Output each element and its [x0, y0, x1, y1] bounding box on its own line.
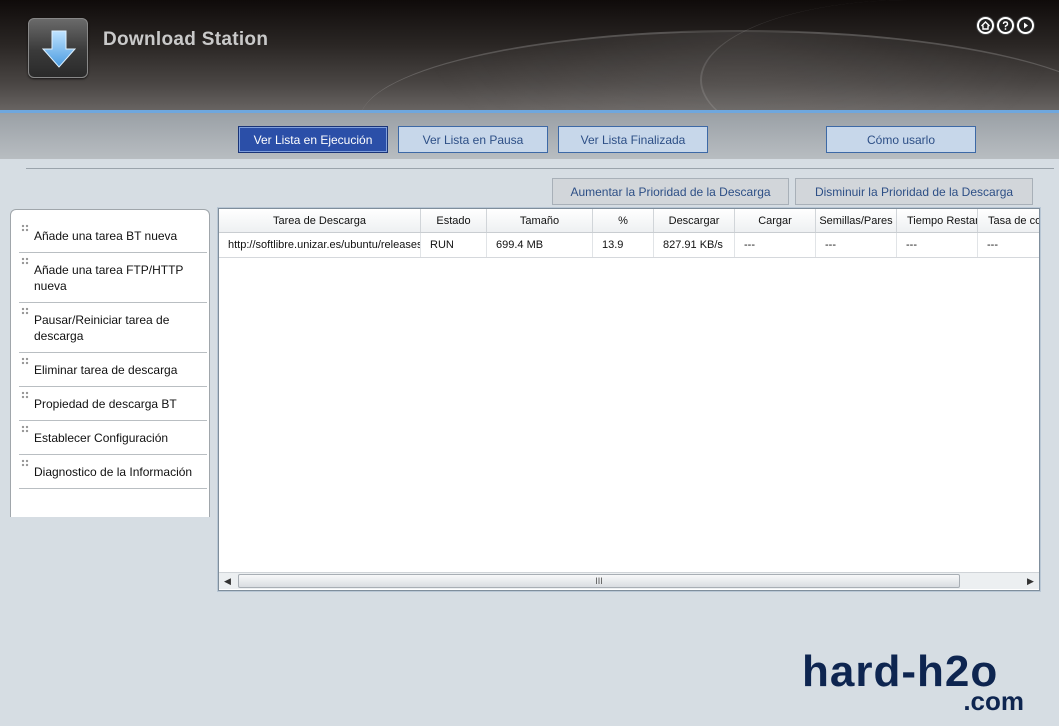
- divider: [26, 168, 1054, 169]
- bullet-icon: [21, 459, 29, 467]
- scroll-right-icon[interactable]: ▶: [1022, 573, 1039, 589]
- column-header-size[interactable]: Tamaño: [487, 209, 593, 232]
- scrollbar-thumb[interactable]: III: [238, 574, 960, 588]
- table-row[interactable]: http://softlibre.unizar.es/ubuntu/releas…: [219, 233, 1039, 258]
- menu-bt-properties[interactable]: Propiedad de descarga BT: [19, 387, 207, 421]
- download-arrow-icon: [28, 18, 88, 78]
- increase-priority-button[interactable]: Aumentar la Prioridad de la Descarga: [552, 178, 789, 205]
- app-title: Download Station: [103, 29, 269, 50]
- bullet-icon: [21, 425, 29, 433]
- bullet-icon: [21, 391, 29, 399]
- bullet-icon: [21, 307, 29, 315]
- decrease-priority-button[interactable]: Disminuir la Prioridad de la Descarga: [795, 178, 1033, 205]
- column-header-time-left[interactable]: Tiempo Restante: [897, 209, 978, 232]
- app-header: Download Station: [0, 0, 1059, 112]
- task-percent: 13.9: [593, 233, 654, 257]
- task-time-left: ---: [897, 233, 978, 257]
- download-task-table: Tarea de Descarga Estado Tamaño % Descar…: [217, 207, 1041, 592]
- help-icon[interactable]: [997, 17, 1014, 34]
- table-header: Tarea de Descarga Estado Tamaño % Descar…: [219, 209, 1039, 233]
- column-header-download[interactable]: Descargar: [654, 209, 735, 232]
- menu-pause-restart-task[interactable]: Pausar/Reiniciar tarea de descarga: [19, 303, 207, 353]
- horizontal-scrollbar[interactable]: ◀ III ▶: [219, 572, 1039, 589]
- how-to-use-button[interactable]: Cómo usarlo: [826, 126, 976, 153]
- column-header-share-ratio[interactable]: Tasa de compartición: [978, 209, 1039, 232]
- tab-bar-notch: [0, 159, 102, 167]
- task-download-rate: 827.91 KB/s: [654, 233, 735, 257]
- menu-add-bt-task[interactable]: Añade una tarea BT nueva: [19, 220, 207, 253]
- next-icon[interactable]: [1017, 17, 1034, 34]
- task-seeds-peers: ---: [816, 233, 897, 257]
- home-icon[interactable]: [977, 17, 994, 34]
- bullet-icon: [21, 357, 29, 365]
- task-url: http://softlibre.unizar.es/ubuntu/releas…: [219, 233, 421, 257]
- column-header-seeds-peers[interactable]: Semillas/Pares: [816, 209, 897, 232]
- bullet-icon: [21, 257, 29, 265]
- column-header-status[interactable]: Estado: [421, 209, 487, 232]
- side-menu: Añade una tarea BT nueva Añade una tarea…: [10, 209, 210, 517]
- menu-add-ftp-http-task[interactable]: Añade una tarea FTP/HTTP nueva: [19, 253, 207, 303]
- watermark-logo: hard-h2o .com: [802, 650, 1032, 715]
- tab-running-list[interactable]: Ver Lista en Ejecución: [238, 126, 388, 153]
- menu-diagnostics[interactable]: Diagnostico de la Información: [19, 455, 207, 489]
- task-status: RUN: [421, 233, 487, 257]
- menu-settings[interactable]: Establecer Configuración: [19, 421, 207, 455]
- menu-delete-task[interactable]: Eliminar tarea de descarga: [19, 353, 207, 387]
- task-upload-rate: ---: [735, 233, 816, 257]
- scroll-left-icon[interactable]: ◀: [219, 573, 236, 589]
- column-header-percent[interactable]: %: [593, 209, 654, 232]
- task-share-ratio: ---: [987, 239, 998, 251]
- column-header-task[interactable]: Tarea de Descarga: [219, 209, 421, 232]
- column-header-upload[interactable]: Cargar: [735, 209, 816, 232]
- tab-paused-list[interactable]: Ver Lista en Pausa: [398, 126, 548, 153]
- tab-finished-list[interactable]: Ver Lista Finalizada: [558, 126, 708, 153]
- bullet-icon: [21, 224, 29, 232]
- task-size: 699.4 MB: [487, 233, 593, 257]
